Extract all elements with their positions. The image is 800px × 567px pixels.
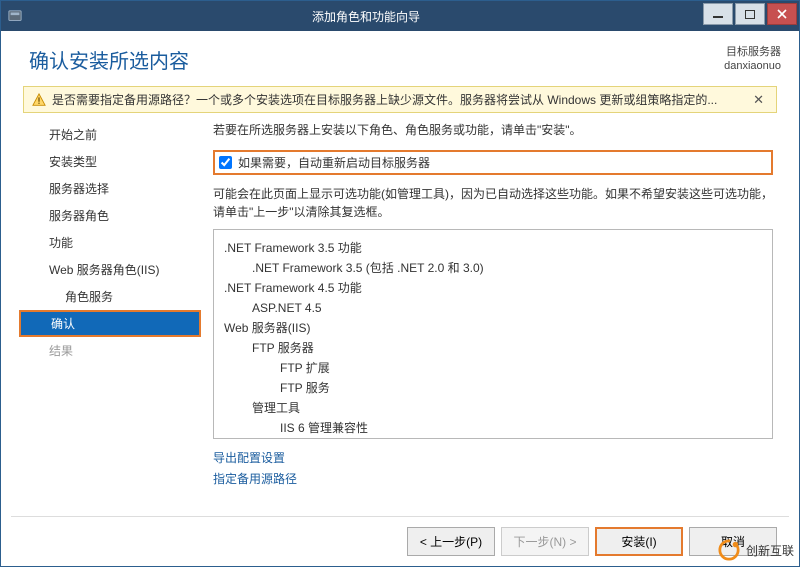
- tree-item: 管理工具: [224, 398, 762, 418]
- close-button[interactable]: [767, 3, 797, 25]
- nav-item-role-services[interactable]: 角色服务: [19, 283, 201, 310]
- server-name: danxiaonuo: [724, 59, 781, 73]
- nav-item-features[interactable]: 功能: [19, 229, 201, 256]
- alert-text: 是否需要指定备用源路径？一个或多个安装选项在目标服务器上缺少源文件。服务器将尝试…: [52, 91, 749, 108]
- maximize-button[interactable]: [735, 3, 765, 25]
- feature-tree[interactable]: .NET Framework 3.5 功能 .NET Framework 3.5…: [213, 229, 773, 439]
- tree-item: .NET Framework 3.5 (包括 .NET 2.0 和 3.0): [224, 258, 762, 278]
- tree-item: Web 服务器(IIS): [224, 318, 762, 338]
- next-button: 下一步(N) >: [501, 527, 589, 556]
- server-label: 目标服务器: [724, 45, 781, 59]
- tree-item: FTP 扩展: [224, 358, 762, 378]
- page-header: 确认安装所选内容 目标服务器 danxiaonuo: [11, 39, 789, 86]
- desc-text-1: 若要在所选服务器上安装以下角色、角色服务或功能，请单击"安装"。: [213, 121, 773, 138]
- install-button[interactable]: 安装(I): [595, 527, 683, 556]
- tree-item: FTP 服务器: [224, 338, 762, 358]
- prev-button[interactable]: < 上一步(P): [407, 527, 495, 556]
- nav-item-result: 结果: [19, 337, 201, 364]
- watermark-text: 创新互联: [746, 542, 794, 559]
- alert-bar: 是否需要指定备用源路径？一个或多个安装选项在目标服务器上缺少源文件。服务器将尝试…: [23, 86, 777, 113]
- minimize-button[interactable]: [703, 3, 733, 25]
- tree-item: .NET Framework 3.5 功能: [224, 238, 762, 258]
- close-icon: [777, 9, 787, 19]
- auto-restart-checkbox[interactable]: [219, 156, 232, 169]
- content-panel: 若要在所选服务器上安装以下角色、角色服务或功能，请单击"安装"。 如果需要，自动…: [201, 121, 789, 516]
- auto-restart-row[interactable]: 如果需要，自动重新启动目标服务器: [213, 150, 773, 175]
- nav-item-start[interactable]: 开始之前: [19, 121, 201, 148]
- tree-item: FTP 服务: [224, 378, 762, 398]
- app-icon: [7, 8, 23, 24]
- nav-item-iis[interactable]: Web 服务器角色(IIS): [19, 256, 201, 283]
- tree-item: IIS 6 管理兼容性: [224, 418, 762, 438]
- window-title: 添加角色和功能向导: [29, 8, 703, 25]
- nav-item-server-roles[interactable]: 服务器角色: [19, 202, 201, 229]
- page-title: 确认安装所选内容: [29, 45, 724, 74]
- warning-icon: [32, 93, 46, 107]
- wizard-window: 添加角色和功能向导 确认安装所选内容 目标服务器 danxiaonuo 是否需要…: [0, 0, 800, 567]
- nav-item-confirm[interactable]: 确认: [19, 310, 201, 337]
- alert-dismiss-button[interactable]: ✕: [749, 92, 768, 108]
- alt-source-link[interactable]: 指定备用源路径: [213, 468, 773, 489]
- titlebar: 添加角色和功能向导: [1, 1, 799, 31]
- tree-item: .NET Framework 4.5 功能: [224, 278, 762, 298]
- export-config-link[interactable]: 导出配置设置: [213, 447, 773, 468]
- auto-restart-label: 如果需要，自动重新启动目标服务器: [238, 154, 430, 171]
- tree-item: ASP.NET 4.5: [224, 298, 762, 318]
- watermark-icon: [718, 539, 740, 561]
- desc-text-2: 可能会在此页面上显示可选功能(如管理工具)，因为已自动选择这些功能。如果不希望安…: [213, 185, 773, 221]
- watermark-badge: 创新互联: [718, 539, 794, 561]
- footer-buttons: < 上一步(P) 下一步(N) > 安装(I) 取消: [11, 516, 789, 560]
- step-nav: 开始之前 安装类型 服务器选择 服务器角色 功能 Web 服务器角色(IIS) …: [11, 121, 201, 516]
- links-area: 导出配置设置 指定备用源路径: [213, 439, 773, 489]
- nav-item-install-type[interactable]: 安装类型: [19, 148, 201, 175]
- nav-item-server-selection[interactable]: 服务器选择: [19, 175, 201, 202]
- target-server-info: 目标服务器 danxiaonuo: [724, 45, 781, 73]
